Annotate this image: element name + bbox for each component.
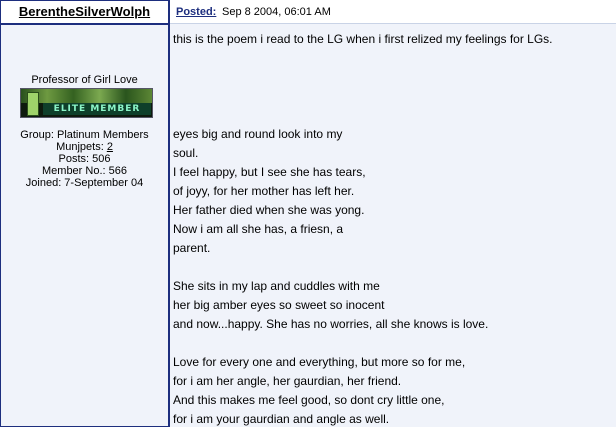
user-group: Group: Platinum Members (20, 129, 149, 141)
user-posts: Posts: 506 (58, 153, 111, 165)
user-stats: Group: Platinum Members Munjpets: 2 Post… (1, 129, 168, 189)
posted-link[interactable]: Posted: (176, 6, 216, 18)
user-joined: Joined: 7-September 04 (25, 177, 144, 189)
username-link[interactable]: BerentheSilverWolph (19, 4, 150, 19)
user-title: Professor of Girl Love (31, 74, 138, 86)
post-header: Posted: Sep 8 2004, 06:01 AM (170, 1, 616, 24)
forum-post: BerentheSilverWolph Professor of Girl Lo… (0, 0, 616, 427)
user-member-no: Member No.: 566 (42, 165, 127, 177)
badge-label: ELITE MEMBER (43, 103, 151, 115)
username-bar: BerentheSilverWolph (1, 1, 168, 25)
badge-stripe (21, 89, 152, 103)
munjpets-label: Munjpets: (56, 141, 107, 153)
badge-pixel-icon (27, 92, 39, 116)
post-date: Sep 8 2004, 06:01 AM (222, 6, 331, 18)
munjpets-link[interactable]: 2 (107, 141, 113, 153)
member-badge-image: ELITE MEMBER (20, 88, 153, 118)
user-munjpets: Munjpets: 2 (1, 141, 168, 153)
post-body: this is the poem i read to the LG when i… (170, 24, 616, 427)
user-info-panel: BerentheSilverWolph Professor of Girl Lo… (0, 0, 170, 427)
post-text: this is the poem i read to the LG when i… (173, 32, 553, 426)
